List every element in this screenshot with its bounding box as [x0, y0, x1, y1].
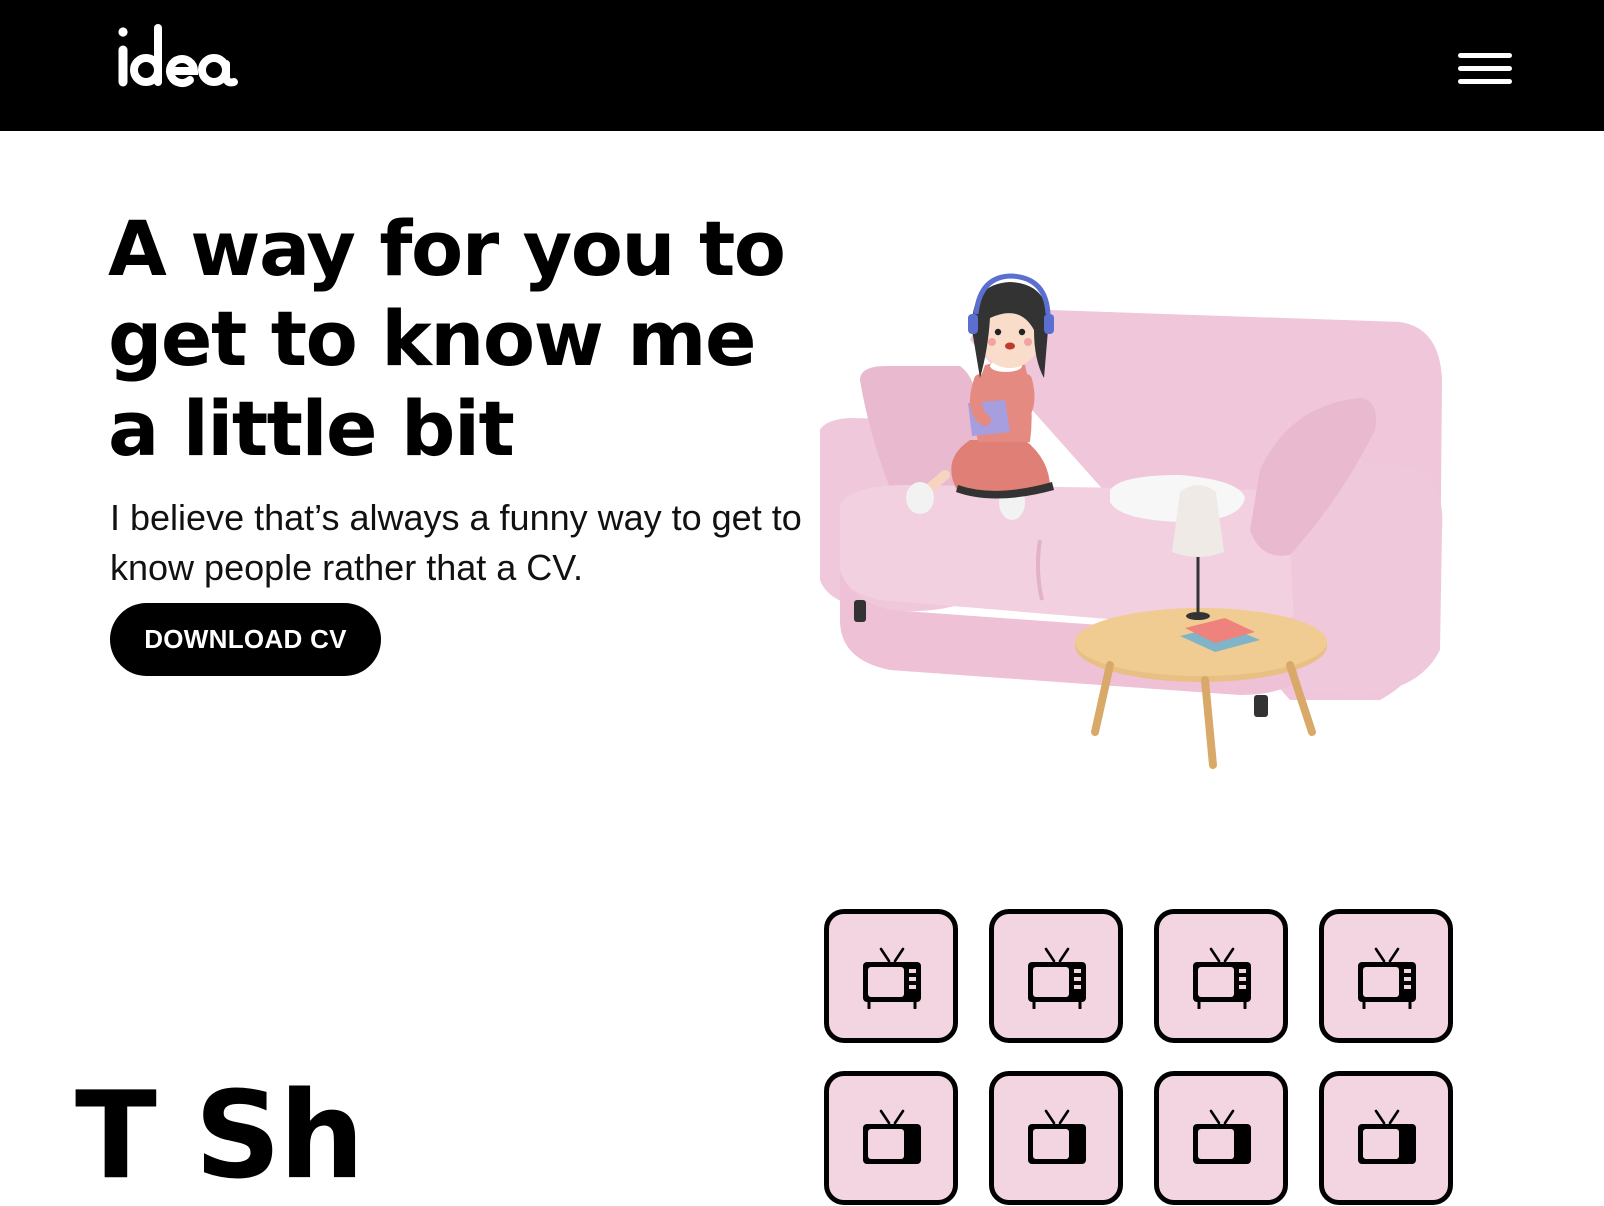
- television-icon: [863, 1109, 921, 1164]
- tv-tile-2[interactable]: [989, 909, 1123, 1043]
- television-icon: [1193, 1109, 1251, 1164]
- tv-tile-1[interactable]: [824, 909, 958, 1043]
- tv-tile-4[interactable]: [1319, 909, 1453, 1043]
- download-cv-button[interactable]: DOWNLOAD CV: [110, 603, 381, 676]
- tv-tile-8[interactable]: [1319, 1071, 1453, 1205]
- tv-tile-7[interactable]: [1154, 1071, 1288, 1205]
- menu-bar-middle: [1458, 66, 1512, 71]
- tv-tile-6[interactable]: [989, 1071, 1123, 1205]
- hamburger-menu-icon[interactable]: [1458, 50, 1514, 90]
- television-icon: [1028, 1109, 1086, 1164]
- television-icon: [1358, 1109, 1416, 1164]
- television-icon: [863, 947, 921, 1009]
- television-icon: [1028, 947, 1086, 1009]
- television-icon: [1358, 947, 1416, 1009]
- tv-tile-5[interactable]: [824, 1071, 958, 1205]
- section-heading-partial: T Sh: [75, 1067, 364, 1206]
- menu-bar-top: [1458, 53, 1512, 58]
- menu-bar-bottom: [1458, 79, 1512, 84]
- hero-subtitle: I believe that’s always a funny way to g…: [110, 497, 802, 588]
- hero-title: A way for you to get to know me a little…: [108, 204, 786, 473]
- television-icon: [1193, 947, 1251, 1009]
- tv-tile-3[interactable]: [1154, 909, 1288, 1043]
- girl-on-sofa-illustration: [820, 273, 1443, 769]
- top-navigation-bar: [0, 0, 1604, 131]
- idea-logo[interactable]: [110, 16, 240, 96]
